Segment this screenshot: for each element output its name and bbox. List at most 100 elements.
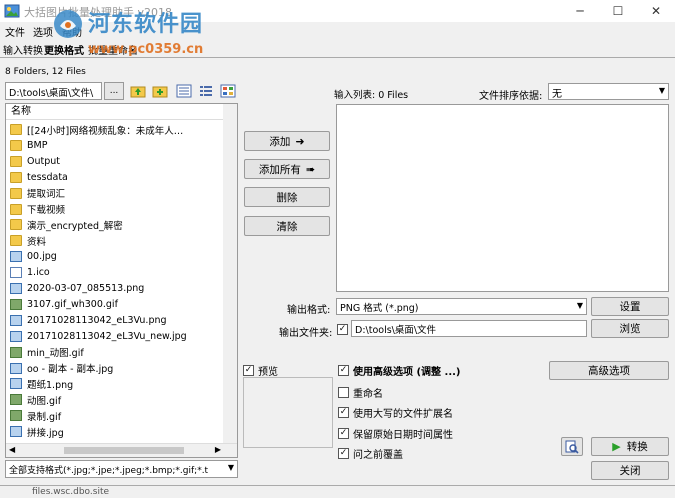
- keep-date-option[interactable]: ✓ 保留原始日期时间属性: [338, 426, 453, 441]
- output-format-select[interactable]: PNG 格式 (*.png) ▼: [336, 298, 587, 315]
- file-list-item[interactable]: 动图.gif: [10, 392, 237, 407]
- folder-icon: [10, 219, 22, 231]
- clear-button[interactable]: 清除: [244, 216, 330, 236]
- file-list-panel[interactable]: 名称 [[24小时]网络视频乱象：未成年人… BMP Output tessdata 提…: [5, 103, 238, 458]
- column-header-name[interactable]: 名称: [6, 104, 237, 120]
- browse-button[interactable]: 浏览: [591, 319, 669, 338]
- overwrite-checkbox[interactable]: ✓: [338, 448, 349, 459]
- watermark-url: www.pc0359.cn: [88, 42, 204, 57]
- path-input[interactable]: D:\tools\桌面\文件\: [5, 82, 102, 100]
- image-file-icon: [10, 314, 22, 326]
- status-text: files.wsc.dbo.site: [32, 487, 110, 497]
- minimize-icon: ─: [576, 4, 584, 18]
- folder-icon: [10, 235, 22, 247]
- maximize-button[interactable]: ☐: [599, 0, 637, 22]
- convert-button[interactable]: ▶ 转换: [591, 437, 669, 456]
- file-name: tessdata: [27, 171, 68, 183]
- file-list-item[interactable]: 资料: [10, 233, 237, 248]
- tab-input-convert[interactable]: 输入转换: [3, 42, 43, 57]
- rename-option[interactable]: 重命名: [338, 385, 383, 400]
- file-list-item[interactable]: min_动图.gif: [10, 345, 237, 360]
- file-list-item[interactable]: 拼接.jpg3: [10, 424, 237, 439]
- file-icon: [10, 267, 22, 279]
- file-name: 录制.gif: [27, 411, 62, 423]
- file-list-item[interactable]: 20171028113042_eL3Vu_new.jpg3: [10, 329, 237, 344]
- sort-label: 文件排序依据:: [479, 91, 543, 102]
- menu-options[interactable]: 选项: [33, 24, 53, 39]
- add-all-button[interactable]: 添加所有 ➠: [244, 159, 330, 179]
- file-list-item[interactable]: 演示_encrypted_解密: [10, 217, 237, 232]
- output-folder-input[interactable]: D:\tools\桌面\文件: [351, 320, 587, 337]
- delete-button[interactable]: 删除: [244, 187, 330, 207]
- preview-file-button[interactable]: [561, 437, 583, 456]
- gif-file-icon: [10, 410, 22, 422]
- settings-button[interactable]: 设置: [591, 297, 669, 316]
- chevron-down-icon: ▼: [658, 86, 665, 95]
- keep-date-checkbox[interactable]: ✓: [338, 428, 349, 439]
- file-list-item[interactable]: Output: [10, 154, 237, 169]
- folder-count: 8 Folders, 12 Files: [5, 67, 86, 77]
- overwrite-option[interactable]: ✓ 问之前覆盖: [338, 446, 403, 461]
- scroll-left-icon[interactable]: ◀: [9, 445, 15, 454]
- file-list-item[interactable]: 2020-03-07_085513.png9: [10, 281, 237, 296]
- file-name: oo - 副本 - 副本.jpg: [27, 364, 114, 375]
- gif-file-icon: [10, 394, 22, 406]
- uppercase-ext-option[interactable]: ✓ 使用大写的文件扩展名: [338, 405, 453, 420]
- chevron-down-icon: ▼: [227, 463, 234, 472]
- path-browse-button[interactable]: ...: [104, 82, 124, 100]
- input-file-list[interactable]: [336, 104, 669, 292]
- arrow-right-icon: ➜: [295, 134, 305, 148]
- view-thumbnails-icon[interactable]: [220, 83, 236, 99]
- output-format-value: PNG 格式 (*.png): [340, 303, 419, 314]
- advanced-checkbox[interactable]: ✓: [338, 365, 349, 376]
- add-all-button-label: 添加所有: [258, 163, 301, 176]
- chevron-down-icon: ▼: [576, 301, 583, 310]
- scroll-right-icon[interactable]: ▶: [215, 445, 221, 454]
- output-folder-checkbox[interactable]: ✓: [337, 324, 348, 335]
- file-filter-value: 全部支持格式(*.jpg;*.jpe;*.jpeg;*.bmp;*.gif;*.…: [9, 466, 209, 476]
- folder-icon: [10, 171, 22, 183]
- file-filter-select[interactable]: 全部支持格式(*.jpg;*.jpe;*.jpeg;*.bmp;*.gif;*.…: [5, 460, 238, 478]
- advanced-label: 使用高级选项 (调整 ...): [353, 367, 461, 378]
- vertical-scrollbar[interactable]: [223, 104, 237, 443]
- folder-icon: [10, 187, 22, 199]
- file-name: 演示_encrypted_解密: [27, 220, 123, 232]
- file-list-item[interactable]: 下载视频: [10, 202, 237, 217]
- file-list-item[interactable]: [[24小时]网络视频乱象：未成年人…: [10, 122, 237, 137]
- minimize-button[interactable]: ─: [561, 0, 599, 22]
- file-name: 2020-03-07_085513.png: [27, 283, 145, 294]
- view-details-icon[interactable]: [176, 83, 192, 99]
- folder-up-icon[interactable]: [130, 83, 146, 99]
- file-list-item[interactable]: 3107.gif_wh300.gif2: [10, 297, 237, 312]
- sort-select[interactable]: 无 ▼: [548, 83, 669, 100]
- double-arrow-right-icon: ➠: [305, 162, 316, 176]
- file-list-item[interactable]: 00.jpg1: [10, 249, 237, 264]
- file-list-item[interactable]: 20171028113042_eL3Vu.png3: [10, 313, 237, 328]
- preview-checkbox[interactable]: ✓: [243, 365, 254, 376]
- add-button[interactable]: 添加 ➜: [244, 131, 330, 151]
- advanced-option[interactable]: ✓ 使用高级选项 (调整 ...): [338, 363, 461, 378]
- file-list-item[interactable]: BMP: [10, 138, 237, 153]
- rename-checkbox[interactable]: [338, 387, 349, 398]
- scroll-thumb[interactable]: [64, 447, 184, 454]
- file-list-item[interactable]: tessdata: [10, 170, 237, 185]
- close-button[interactable]: ✕: [637, 0, 675, 22]
- advanced-options-button[interactable]: 高级选项: [549, 361, 669, 380]
- close-dialog-button[interactable]: 关闭: [591, 461, 669, 480]
- file-name: 动图.gif: [27, 395, 62, 407]
- image-file-icon: [10, 330, 22, 342]
- uppercase-ext-label: 使用大写的文件扩展名: [353, 409, 453, 420]
- file-list-item[interactable]: oo - 副本 - 副本.jpg: [10, 361, 237, 376]
- new-folder-icon[interactable]: [152, 83, 168, 99]
- horizontal-scrollbar[interactable]: ◀ ▶: [6, 443, 237, 457]
- uppercase-ext-checkbox[interactable]: ✓: [338, 407, 349, 418]
- file-name: 20171028113042_eL3Vu_new.jpg: [27, 330, 187, 342]
- view-list-icon[interactable]: [198, 83, 214, 99]
- tab-change-format[interactable]: 更换格式: [44, 42, 84, 57]
- file-list-item[interactable]: 题纸1.png3: [10, 376, 237, 391]
- preview-option[interactable]: ✓ 预览: [243, 363, 278, 378]
- file-list-item[interactable]: 1.ico2: [10, 265, 237, 280]
- file-list-item[interactable]: 提取词汇: [10, 186, 237, 201]
- menu-file[interactable]: 文件: [5, 24, 25, 39]
- file-list-item[interactable]: 录制.gif: [10, 408, 237, 423]
